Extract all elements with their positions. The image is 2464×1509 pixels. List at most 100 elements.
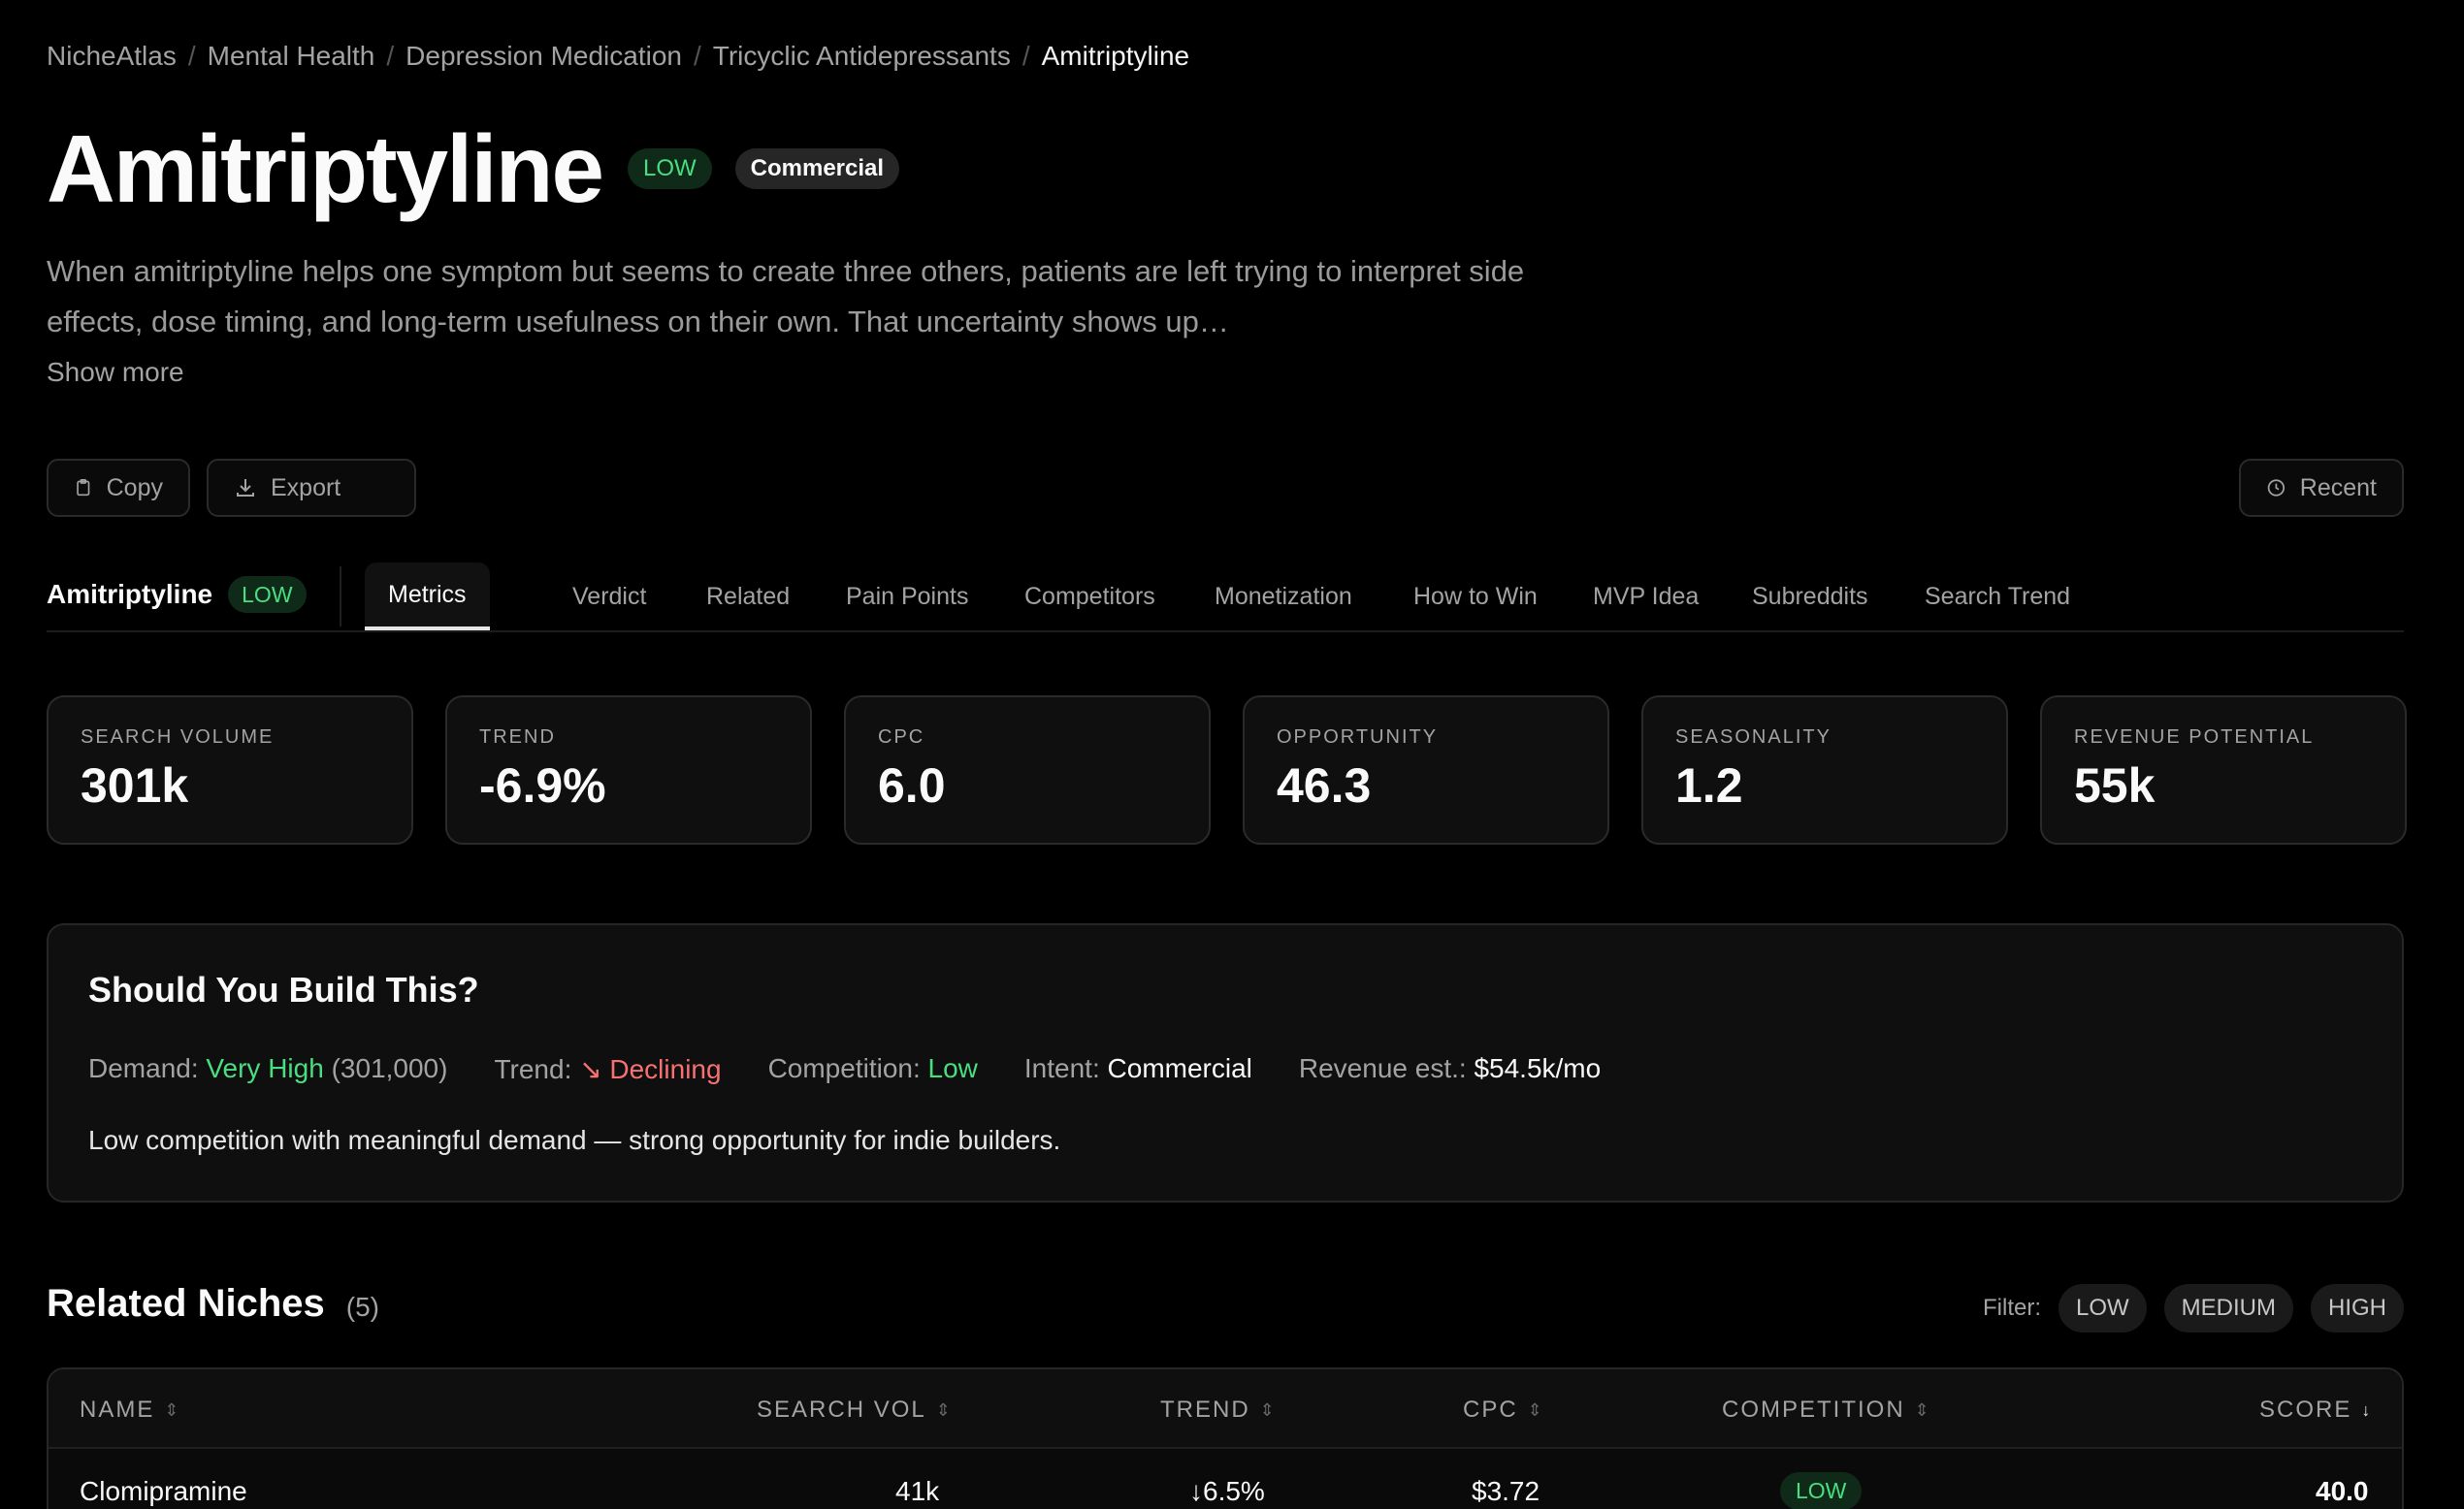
intent-fact: Intent: Commercial <box>1024 1053 1252 1085</box>
breadcrumb: NicheAtlas / Mental Health / Depression … <box>47 41 1189 72</box>
export-button-label: Export <box>271 473 341 501</box>
tab-bar-niche-name: Amitriptyline LOW <box>47 576 307 613</box>
revenue-value: $54.5k/mo <box>1474 1053 1602 1083</box>
metric-label: TREND <box>479 726 556 748</box>
tab-bar-badge: LOW <box>228 576 307 613</box>
column-header-cpc[interactable]: CPC ⇕ <box>1463 1397 1544 1424</box>
metric-label: SEARCH VOLUME <box>81 726 275 748</box>
related-heading: Related Niches <box>47 1282 325 1325</box>
title-row: Amitriptyline LOW Commercial <box>47 114 900 223</box>
breadcrumb-separator: / <box>693 41 701 71</box>
metric-card-opportunity: OPPORTUNITY 46.3 <box>1243 695 1609 845</box>
tab-how-to-win[interactable]: How to Win <box>1390 562 1561 630</box>
competition-label: Competition: <box>767 1053 921 1083</box>
sort-icon: ⇕ <box>1914 1399 1931 1420</box>
clock-icon <box>2267 479 2286 497</box>
filter-label: Filter: <box>1983 1295 2041 1321</box>
demand-fact: Demand: Very High (301,000) <box>88 1053 447 1085</box>
competition-value: Low <box>927 1053 978 1083</box>
filter-chip-low[interactable]: LOW <box>2059 1284 2147 1332</box>
related-table: NAME ⇕ SEARCH VOL ⇕ TREND ⇕ CPC ⇕ COMPETITIO… <box>47 1367 2404 1509</box>
metric-card-trend: TREND -6.9% <box>445 695 812 845</box>
column-header-trend[interactable]: TREND ⇕ <box>1160 1397 1277 1424</box>
metric-card-search-volume: SEARCH VOLUME 301k <box>47 695 413 845</box>
metric-card-seasonality: SEASONALITY 1.2 <box>1641 695 2008 845</box>
cell-cpc: $3.72 <box>1472 1476 1540 1506</box>
verdict-heading: Should You Build This? <box>88 970 479 1010</box>
tab-mvp-idea[interactable]: MVP Idea <box>1570 562 1722 630</box>
verdict-summary: Low competition with meaningful demand —… <box>88 1125 1061 1155</box>
intent-badge: Commercial <box>734 148 900 189</box>
tab-verdict[interactable]: Verdict <box>549 562 669 630</box>
column-label: NAME <box>80 1397 155 1423</box>
arrow-down-icon: ↓ <box>2361 1399 2373 1420</box>
tab-related[interactable]: Related <box>683 562 813 630</box>
intent-label: Intent: <box>1023 1053 1100 1083</box>
tab-pain-points[interactable]: Pain Points <box>823 562 991 630</box>
filter-chip-high[interactable]: HIGH <box>2311 1284 2404 1332</box>
breadcrumb-separator: / <box>187 41 196 71</box>
copy-button[interactable]: Copy <box>47 459 190 517</box>
sort-icon: ⇕ <box>164 1399 181 1420</box>
column-label: COMPETITION <box>1722 1397 1905 1423</box>
metric-label: CPC <box>878 726 925 748</box>
breadcrumb-separator: / <box>386 41 395 71</box>
competition-badge: LOW <box>627 148 712 189</box>
tab-monetization[interactable]: Monetization <box>1191 562 1376 630</box>
recent-button-label: Recent <box>2299 473 2377 501</box>
metric-value: -6.9% <box>479 758 606 813</box>
verdict-panel: Should You Build This? Demand: Very High… <box>47 923 2404 1203</box>
tab-bar-title: Amitriptyline <box>47 579 213 609</box>
recent-button[interactable]: Recent <box>2239 459 2404 517</box>
tab-divider <box>340 566 341 626</box>
metric-label: REVENUE POTENTIAL <box>2074 726 2315 748</box>
column-header-name[interactable]: NAME ⇕ <box>80 1397 180 1424</box>
breadcrumb-item-nicheatlas[interactable]: NicheAtlas <box>47 41 177 72</box>
metric-value: 55k <box>2074 758 2156 813</box>
sort-icon: ⇕ <box>1527 1399 1544 1420</box>
tab-bar: Amitriptyline LOW Metrics Verdict Relate… <box>47 562 2404 632</box>
column-header-score[interactable]: SCORE ↓ <box>2259 1397 2372 1424</box>
verdict-facts: Demand: Very High (301,000) Trend: ↘ Dec… <box>88 1053 1647 1085</box>
filter-group: Filter: LOW MEDIUM HIGH <box>1983 1284 2404 1332</box>
cell-name[interactable]: Clomipramine <box>80 1476 247 1507</box>
cell-score: 40.0 <box>2316 1476 2369 1506</box>
trend-label: Trend: <box>494 1054 572 1084</box>
cell-search-vol: 41k <box>895 1476 940 1506</box>
sort-icon: ⇕ <box>1259 1399 1277 1420</box>
column-header-search-vol[interactable]: SEARCH VOL ⇕ <box>757 1397 953 1424</box>
metric-card-cpc: CPC 6.0 <box>844 695 1211 845</box>
column-label: TREND <box>1160 1397 1250 1423</box>
description: When amitriptyline helps one symptom but… <box>47 254 1525 338</box>
tab-metrics[interactable]: Metrics <box>365 562 490 630</box>
metric-label: OPPORTUNITY <box>1277 726 1439 748</box>
metric-label: SEASONALITY <box>1675 726 1832 748</box>
column-label: CPC <box>1463 1397 1518 1423</box>
export-button[interactable]: Export <box>207 459 416 517</box>
breadcrumb-current: Amitriptyline <box>1041 41 1190 71</box>
revenue-label: Revenue est.: <box>1298 1053 1467 1083</box>
metric-value: 46.3 <box>1277 758 1372 813</box>
column-header-competition[interactable]: COMPETITION ⇕ <box>1722 1397 1931 1424</box>
cell-trend: ↓6.5% <box>1189 1476 1265 1506</box>
related-count: (5) <box>345 1292 380 1322</box>
page-title: Amitriptyline <box>47 115 604 222</box>
metric-value: 1.2 <box>1675 758 1743 813</box>
copy-button-label: Copy <box>106 473 163 501</box>
breadcrumb-item-depression-medication[interactable]: Depression Medication <box>405 41 682 72</box>
breadcrumb-item-mental-health[interactable]: Mental Health <box>208 41 375 72</box>
revenue-fact: Revenue est.: $54.5k/mo <box>1299 1053 1601 1085</box>
tab-search-trend[interactable]: Search Trend <box>1901 562 2093 630</box>
clipboard-icon <box>77 479 90 497</box>
demand-value: Very High <box>206 1053 324 1083</box>
demand-label: Demand: <box>88 1053 199 1083</box>
metric-card-revenue-potential: REVENUE POTENTIAL 55k <box>2040 695 2407 845</box>
trend-fact: Trend: ↘ Declining <box>494 1053 721 1085</box>
show-more-link[interactable]: Show more <box>47 357 184 388</box>
tab-subreddits[interactable]: Subreddits <box>1729 562 1892 630</box>
filter-chip-medium[interactable]: MEDIUM <box>2163 1284 2293 1332</box>
trend-value: ↘ Declining <box>579 1054 722 1084</box>
breadcrumb-item-tricyclic[interactable]: Tricyclic Antidepressants <box>713 41 1011 72</box>
breadcrumb-separator: / <box>1021 41 1030 71</box>
tab-competitors[interactable]: Competitors <box>1001 562 1179 630</box>
